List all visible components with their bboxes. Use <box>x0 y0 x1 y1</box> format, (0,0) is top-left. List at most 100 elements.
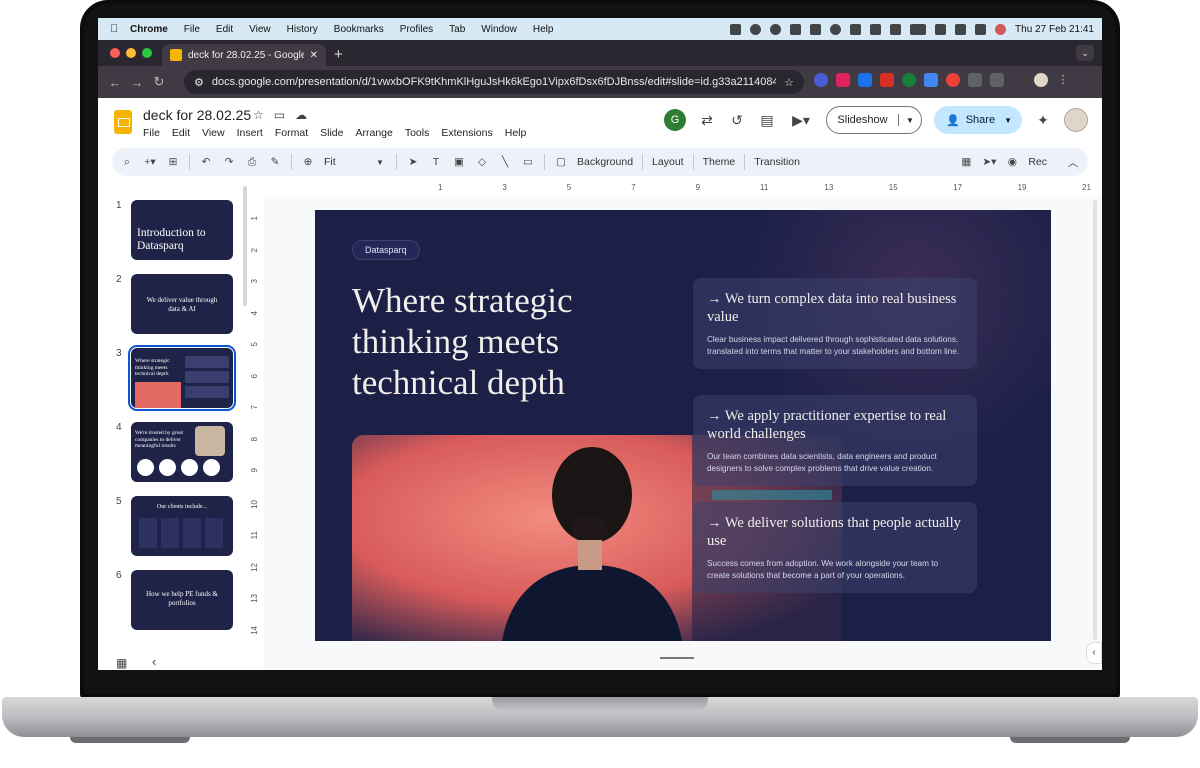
pointer-mode-icon[interactable]: ➤▾ <box>982 156 996 168</box>
cloud-icon[interactable] <box>790 23 802 35</box>
menubar-clock[interactable]: Thu 27 Feb 21:41 <box>1015 24 1094 35</box>
new-slide-icon[interactable]: +▾ <box>143 156 157 168</box>
menu-slide[interactable]: Slide <box>320 127 343 139</box>
meet-icon[interactable]: ⇄ <box>698 111 716 129</box>
filmstrip-item[interactable]: 3 Where strategic thinking meets technic… <box>98 345 258 412</box>
back-icon[interactable]: ← <box>104 75 126 90</box>
slideshow-dropdown-icon[interactable]: ▼ <box>899 116 921 125</box>
gemini-icon[interactable]: ✦ <box>1034 111 1052 129</box>
status-icon[interactable] <box>730 23 742 35</box>
minimize-window-button[interactable] <box>126 48 136 58</box>
move-folder-icon[interactable]: ▭ <box>274 108 285 122</box>
theme-button[interactable]: Theme <box>703 156 736 168</box>
extension-icon[interactable] <box>946 73 960 87</box>
zoom-select[interactable]: Fit <box>324 156 364 168</box>
version-history-icon[interactable]: ↺ <box>728 111 746 129</box>
menubar-item-edit[interactable]: Edit <box>216 24 233 35</box>
text-box-icon[interactable]: T <box>429 156 443 168</box>
slide-canvas[interactable]: Datasparq Where strategic thinking meets… <box>315 210 1051 641</box>
select-cursor-icon[interactable]: ➤ <box>406 156 420 168</box>
menu-insert[interactable]: Insert <box>237 127 263 139</box>
extension-icon[interactable] <box>924 73 938 87</box>
menu-edit[interactable]: Edit <box>172 127 190 139</box>
bookmark-star-icon[interactable]: ☆ <box>784 76 794 89</box>
menu-file[interactable]: File <box>143 127 160 139</box>
slide-thumbnail[interactable]: We deliver value through data & AI <box>131 274 233 334</box>
slide-thumbnail[interactable]: We're trusted by great companies to deli… <box>131 422 233 482</box>
menu-tools[interactable]: Tools <box>405 127 430 139</box>
grid-view-icon[interactable]: ▦ <box>116 656 127 670</box>
record-icon[interactable]: ◉ <box>1005 156 1019 168</box>
filmstrip-item[interactable]: 4 We're trusted by great companies to de… <box>98 422 258 486</box>
search-menus-icon[interactable]: ⌕ <box>120 156 134 169</box>
transition-button[interactable]: Transition <box>754 156 800 168</box>
extensions-puzzle-icon[interactable] <box>990 73 1004 87</box>
battery-icon[interactable] <box>910 23 927 35</box>
menubar-item-tab[interactable]: Tab <box>449 24 465 35</box>
user-avatar[interactable] <box>1064 108 1088 132</box>
filmstrip-item[interactable]: 2 We deliver value through data & AI <box>98 274 258 338</box>
slide-thumbnail[interactable]: How we help PE funds & portfolios <box>131 570 233 630</box>
extension-icon[interactable] <box>858 73 872 87</box>
zoom-dropdown-icon[interactable]: ▼ <box>373 158 387 167</box>
play-icon[interactable] <box>830 23 842 35</box>
browser-tab[interactable]: deck for 28.02.25 - Google S ✕ <box>162 44 326 66</box>
zoom-icon[interactable]: ⊕ <box>301 156 315 168</box>
undo-icon[interactable]: ↶ <box>199 156 213 168</box>
side-panel-toggle-icon[interactable]: ‹ <box>1086 642 1102 664</box>
slide-thumbnail[interactable]: Our clients include... <box>131 496 233 556</box>
address-bar[interactable]: ⚙ docs.google.com/presentation/d/1vwxbOF… <box>184 70 804 94</box>
share-button[interactable]: 👤 Share ▼ <box>934 106 1022 134</box>
maximize-window-button[interactable] <box>142 48 152 58</box>
menubar-item-window[interactable]: Window <box>481 24 517 35</box>
comments-icon[interactable]: ▤ <box>758 111 776 129</box>
slides-logo-icon[interactable] <box>114 110 132 134</box>
chrome-menu-icon[interactable]: ⋮ <box>1056 73 1070 87</box>
value-card[interactable]: → We deliver solutions that people actua… <box>693 502 977 593</box>
extension-icon[interactable] <box>814 73 828 87</box>
reload-icon[interactable]: ↻ <box>148 74 170 90</box>
collaborator-avatar[interactable]: G <box>664 109 686 131</box>
slide-headline[interactable]: Where strategic thinking meets technical… <box>352 280 662 403</box>
new-tab-icon[interactable]: + <box>334 46 343 63</box>
menu-extensions[interactable]: Extensions <box>441 127 492 139</box>
print-icon[interactable]: ⎙ <box>245 156 259 169</box>
collapse-toolbar-icon[interactable]: ︿ <box>1066 155 1080 170</box>
site-info-icon[interactable]: ⚙ <box>194 76 204 89</box>
share-dropdown-icon[interactable]: ▼ <box>1004 116 1012 125</box>
extension-icon[interactable] <box>968 73 982 87</box>
menu-view[interactable]: View <box>202 127 225 139</box>
filmstrip-item[interactable]: 5 Our clients include... <box>98 496 258 560</box>
slide-thumbnail-selected[interactable]: Where strategic thinking meets technical… <box>128 345 236 411</box>
canvas-scrollbar[interactable] <box>1093 200 1097 640</box>
rec-button[interactable]: Rec <box>1028 156 1047 168</box>
forward-icon[interactable]: → <box>126 75 148 90</box>
menubar-app-name[interactable]: Chrome <box>130 24 168 35</box>
control-center-icon[interactable] <box>975 23 987 35</box>
profile-avatar-icon[interactable] <box>1034 73 1048 87</box>
document-title[interactable]: deck for 28.02.25 <box>143 107 251 123</box>
url-text[interactable]: docs.google.com/presentation/d/1vwxbOFK9… <box>212 76 776 88</box>
shape-icon[interactable]: ◇ <box>475 156 489 168</box>
layout-button[interactable]: Layout <box>652 156 684 168</box>
speaker-notes-icon[interactable]: ▦ <box>959 156 973 168</box>
menu-format[interactable]: Format <box>275 127 308 139</box>
bluetooth-icon[interactable] <box>870 23 882 35</box>
menu-arrange[interactable]: Arrange <box>355 127 392 139</box>
display-icon[interactable] <box>890 23 902 35</box>
menubar-item-bookmarks[interactable]: Bookmarks <box>334 24 384 35</box>
wifi-icon[interactable] <box>935 23 947 35</box>
close-tab-icon[interactable]: ✕ <box>310 50 318 61</box>
add-comment-icon[interactable]: ▢ <box>554 156 568 168</box>
image-icon[interactable]: ▣ <box>452 156 466 168</box>
apple-icon[interactable]:  <box>110 23 120 35</box>
slide-thumbnail[interactable]: Introduction to Datasparq <box>131 200 233 260</box>
filmstrip-item[interactable]: 6 How we help PE funds & portfolios <box>98 570 258 634</box>
menubar-item-history[interactable]: History <box>287 24 318 35</box>
value-card[interactable]: → We apply practitioner expertise to rea… <box>693 395 977 486</box>
extension-icon[interactable] <box>836 73 850 87</box>
cloud-saved-icon[interactable]: ☁ <box>295 108 307 122</box>
menubar-item-view[interactable]: View <box>249 24 271 35</box>
volume-icon[interactable] <box>850 23 862 35</box>
filmstrip-item[interactable]: 1 Introduction to Datasparq <box>98 200 258 264</box>
